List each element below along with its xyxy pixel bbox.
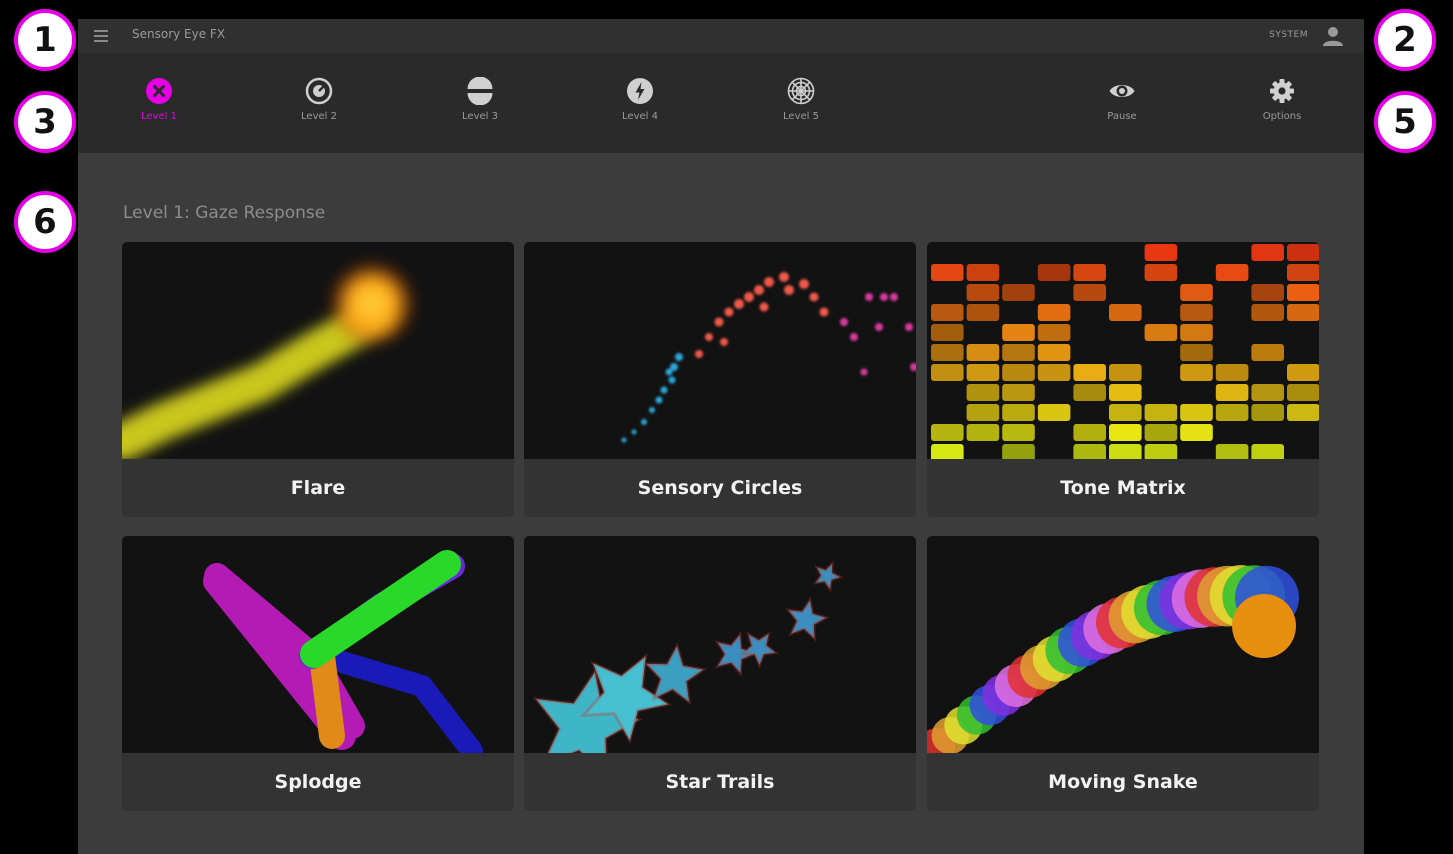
pause-label: Pause	[1107, 111, 1137, 122]
callout-3: 3	[14, 91, 76, 153]
card-sensory-circles-title: Sensory Circles	[637, 477, 803, 499]
level-nav: Level 1 Level 2 Level 3 Level 4 Level 5 …	[78, 53, 1364, 153]
card-splodge[interactable]: Splodge	[122, 536, 514, 811]
title-bar: Sensory Eye FX SYSTEM	[78, 19, 1364, 53]
lightning-icon	[627, 78, 653, 104]
moving-snake-thumbnail	[927, 536, 1319, 753]
user-icon[interactable]	[1322, 25, 1344, 47]
nav-level-3-label: Level 3	[462, 111, 498, 122]
nav-level-1-label: Level 1	[141, 111, 177, 122]
web-icon	[787, 77, 815, 105]
star-trails-thumbnail	[524, 536, 916, 753]
card-sensory-circles[interactable]: Sensory Circles	[524, 242, 916, 517]
card-tone-matrix[interactable]: Tone Matrix	[927, 242, 1319, 517]
nav-level-2-label: Level 2	[301, 111, 337, 122]
close-circle-icon	[146, 78, 172, 104]
menu-icon[interactable]	[94, 30, 108, 42]
options-button[interactable]: Options	[1222, 77, 1342, 122]
app-title: Sensory Eye FX	[132, 27, 226, 41]
user-label[interactable]: SYSTEM	[1269, 30, 1308, 40]
callout-2: 2	[1374, 9, 1436, 71]
gear-icon	[1270, 79, 1294, 103]
nav-level-3[interactable]: Level 3	[420, 77, 540, 122]
nav-level-4[interactable]: Level 4	[580, 77, 700, 122]
nav-level-4-label: Level 4	[622, 111, 658, 122]
flare-thumbnail	[122, 242, 514, 459]
card-star-trails-title: Star Trails	[665, 771, 775, 793]
nav-level-1[interactable]: Level 1	[99, 77, 219, 122]
sensory-circles-thumbnail	[524, 242, 916, 459]
tone-matrix-thumbnail	[927, 242, 1319, 459]
nav-level-2[interactable]: Level 2	[259, 77, 379, 122]
options-label: Options	[1262, 111, 1302, 122]
section-title: Level 1: Gaze Response	[123, 203, 326, 223]
eye-icon	[1109, 85, 1135, 97]
card-flare-title: Flare	[290, 477, 346, 499]
nav-level-5[interactable]: Level 5	[741, 77, 861, 122]
card-moving-snake-title: Moving Snake	[1048, 771, 1198, 793]
card-tone-matrix-title: Tone Matrix	[1060, 477, 1186, 499]
pause-button[interactable]: Pause	[1062, 77, 1182, 122]
nav-level-5-label: Level 5	[783, 111, 819, 122]
card-flare[interactable]: Flare	[122, 242, 514, 517]
gauge-icon	[305, 77, 333, 105]
app-window: Sensory Eye FX SYSTEM Level 1 Level 2 Le…	[78, 19, 1364, 854]
splodge-thumbnail	[122, 536, 514, 753]
card-splodge-title: Splodge	[274, 771, 362, 793]
callout-5: 5	[1374, 91, 1436, 153]
card-moving-snake[interactable]: Moving Snake	[927, 536, 1319, 811]
callout-1: 1	[14, 9, 76, 71]
split-circle-icon	[467, 77, 493, 105]
callout-6: 6	[14, 191, 76, 253]
card-star-trails[interactable]: Star Trails	[524, 536, 916, 811]
